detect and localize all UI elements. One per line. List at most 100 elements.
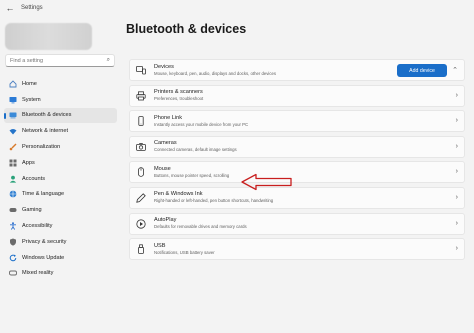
devices-icon (136, 65, 146, 75)
title-bar: ← Settings (0, 0, 474, 16)
globe-icon (9, 190, 17, 198)
sidebar-item-label: Bluetooth & devices (22, 112, 72, 119)
sidebar-item-time-language[interactable]: Time & language (4, 187, 117, 203)
card-text: AutoPlay Defaults for removable drives a… (154, 217, 247, 230)
chevron-right-icon[interactable]: › (456, 117, 458, 124)
gaming-icon (9, 206, 17, 214)
search-box[interactable]: ⌕ (5, 54, 115, 67)
card-subtitle: Buttons, mouse pointer speed, scrolling (154, 172, 230, 178)
search-icon: ⌕ (106, 57, 110, 63)
card-devices[interactable]: Devices Mouse, keyboard, pen, audio, dis… (129, 59, 465, 81)
sidebar-item-privacy[interactable]: Privacy & security (4, 234, 117, 250)
card-text: USB Notifications, USB battery saver (154, 243, 215, 256)
back-arrow-icon[interactable]: ← (3, 3, 17, 13)
sidebar-item-network[interactable]: Network & internet (4, 123, 117, 139)
card-subtitle: Connected cameras, default image setting… (154, 147, 237, 153)
settings-list: Devices Mouse, keyboard, pen, audio, dis… (129, 59, 465, 264)
sidebar-item-label: Accounts (22, 175, 46, 182)
card-subtitle: Right-handed or left-handed, pen button … (154, 198, 274, 204)
add-device-button[interactable]: Add device (397, 64, 447, 77)
profile-area[interactable] (5, 23, 92, 50)
sidebar-item-label: Home (22, 80, 37, 87)
sidebar-item-mixed-reality[interactable]: Mixed reality (4, 266, 117, 282)
autoplay-icon (136, 218, 146, 229)
card-usb[interactable]: USB Notifications, USB battery saver › (129, 238, 465, 261)
sidebar-item-label: System (22, 96, 41, 103)
card-title: AutoPlay (154, 217, 177, 224)
chevron-right-icon[interactable]: › (456, 92, 458, 99)
card-text: Mouse Buttons, mouse pointer speed, scro… (154, 166, 229, 179)
card-subtitle: Instantly access your mobile device from… (154, 121, 249, 127)
chevron-right-icon[interactable]: › (456, 194, 458, 201)
sidebar-item-label: Gaming (22, 207, 42, 214)
card-subtitle: Preferences, troubleshoot (154, 96, 204, 102)
sidebar-item-personalization[interactable]: Personalization (4, 139, 117, 155)
mixed-reality-icon (9, 269, 17, 277)
card-subtitle: Mouse, keyboard, pen, audio, displays an… (154, 70, 277, 76)
card-autoplay[interactable]: AutoPlay Defaults for removable drives a… (129, 212, 465, 235)
sidebar-item-label: Mixed reality (22, 270, 54, 277)
card-title: Cameras (154, 140, 177, 147)
chevron-up-icon[interactable]: ⌃ (452, 66, 458, 74)
card-title: USB (154, 242, 166, 249)
mouse-icon (136, 167, 146, 178)
chevron-right-icon[interactable]: › (456, 220, 458, 227)
sidebar-item-label: Time & language (22, 191, 65, 198)
sidebar-item-label: Privacy & security (22, 238, 67, 245)
sidebar-item-accounts[interactable]: Accounts (4, 171, 117, 187)
chevron-right-icon[interactable]: › (456, 143, 458, 150)
sidebar-item-label: Apps (22, 159, 35, 166)
wifi-icon (9, 127, 17, 135)
apps-icon (9, 159, 17, 167)
chevron-right-icon[interactable]: › (456, 245, 458, 252)
sidebar-item-windows-update[interactable]: Windows Update (4, 250, 117, 266)
pen-icon (136, 193, 146, 203)
card-text: Pen & Windows Ink Right-handed or left-h… (154, 191, 273, 204)
card-title: Printers & scanners (154, 89, 203, 96)
brush-icon (9, 143, 17, 151)
card-text: Phone Link Instantly access your mobile … (154, 115, 248, 128)
accessibility-icon (9, 222, 17, 230)
system-icon (9, 96, 17, 104)
sidebar-item-home[interactable]: Home (4, 76, 117, 92)
update-icon (9, 254, 17, 262)
window-title: Settings (21, 5, 43, 11)
card-text: Printers & scanners Preferences, trouble… (154, 89, 203, 102)
chevron-right-icon[interactable]: › (456, 168, 458, 175)
sidebar-item-label: Personalization (22, 144, 61, 151)
card-subtitle: Notifications, USB battery saver (154, 249, 215, 255)
sidebar-item-apps[interactable]: Apps (4, 155, 117, 171)
card-text: Cameras Connected cameras, default image… (154, 140, 237, 153)
card-title: Devices (154, 63, 174, 70)
search-input[interactable] (10, 57, 100, 64)
sidebar-item-bluetooth[interactable]: Bluetooth & devices (4, 107, 117, 124)
phone-icon (136, 116, 146, 126)
card-phone-link[interactable]: Phone Link Instantly access your mobile … (129, 110, 465, 133)
camera-icon (136, 142, 146, 152)
sidebar-item-label: Network & internet (22, 128, 69, 135)
sidebar-item-accessibility[interactable]: Accessibility (4, 218, 117, 234)
card-title: Pen & Windows Ink (154, 191, 203, 198)
sidebar-item-label: Accessibility (22, 223, 53, 230)
sidebar-item-system[interactable]: System (4, 92, 117, 108)
card-text: Devices Mouse, keyboard, pen, audio, dis… (154, 64, 276, 77)
arrow-left-icon (241, 173, 292, 191)
card-title: Mouse (154, 165, 171, 172)
home-icon (9, 80, 17, 88)
card-mouse[interactable]: Mouse Buttons, mouse pointer speed, scro… (129, 161, 465, 184)
card-printers[interactable]: Printers & scanners Preferences, trouble… (129, 84, 465, 107)
shield-icon (9, 238, 17, 246)
card-pen-ink[interactable]: Pen & Windows Ink Right-handed or left-h… (129, 186, 465, 209)
sidebar-item-gaming[interactable]: Gaming (4, 202, 117, 218)
card-title: Phone Link (154, 114, 182, 121)
card-cameras[interactable]: Cameras Connected cameras, default image… (129, 135, 465, 158)
page-title: Bluetooth & devices (126, 22, 247, 36)
usb-icon (136, 244, 146, 254)
bluetooth-icon (9, 111, 17, 119)
printer-icon (136, 90, 146, 101)
sidebar-item-label: Windows Update (22, 254, 65, 261)
sidebar-nav: Home System Bluetooth & devices Network … (4, 76, 117, 281)
accounts-icon (9, 175, 17, 183)
sidebar: ⌕ Home System Bluetooth & devices Networ… (0, 16, 120, 333)
card-subtitle: Defaults for removable drives and memory… (154, 224, 247, 230)
